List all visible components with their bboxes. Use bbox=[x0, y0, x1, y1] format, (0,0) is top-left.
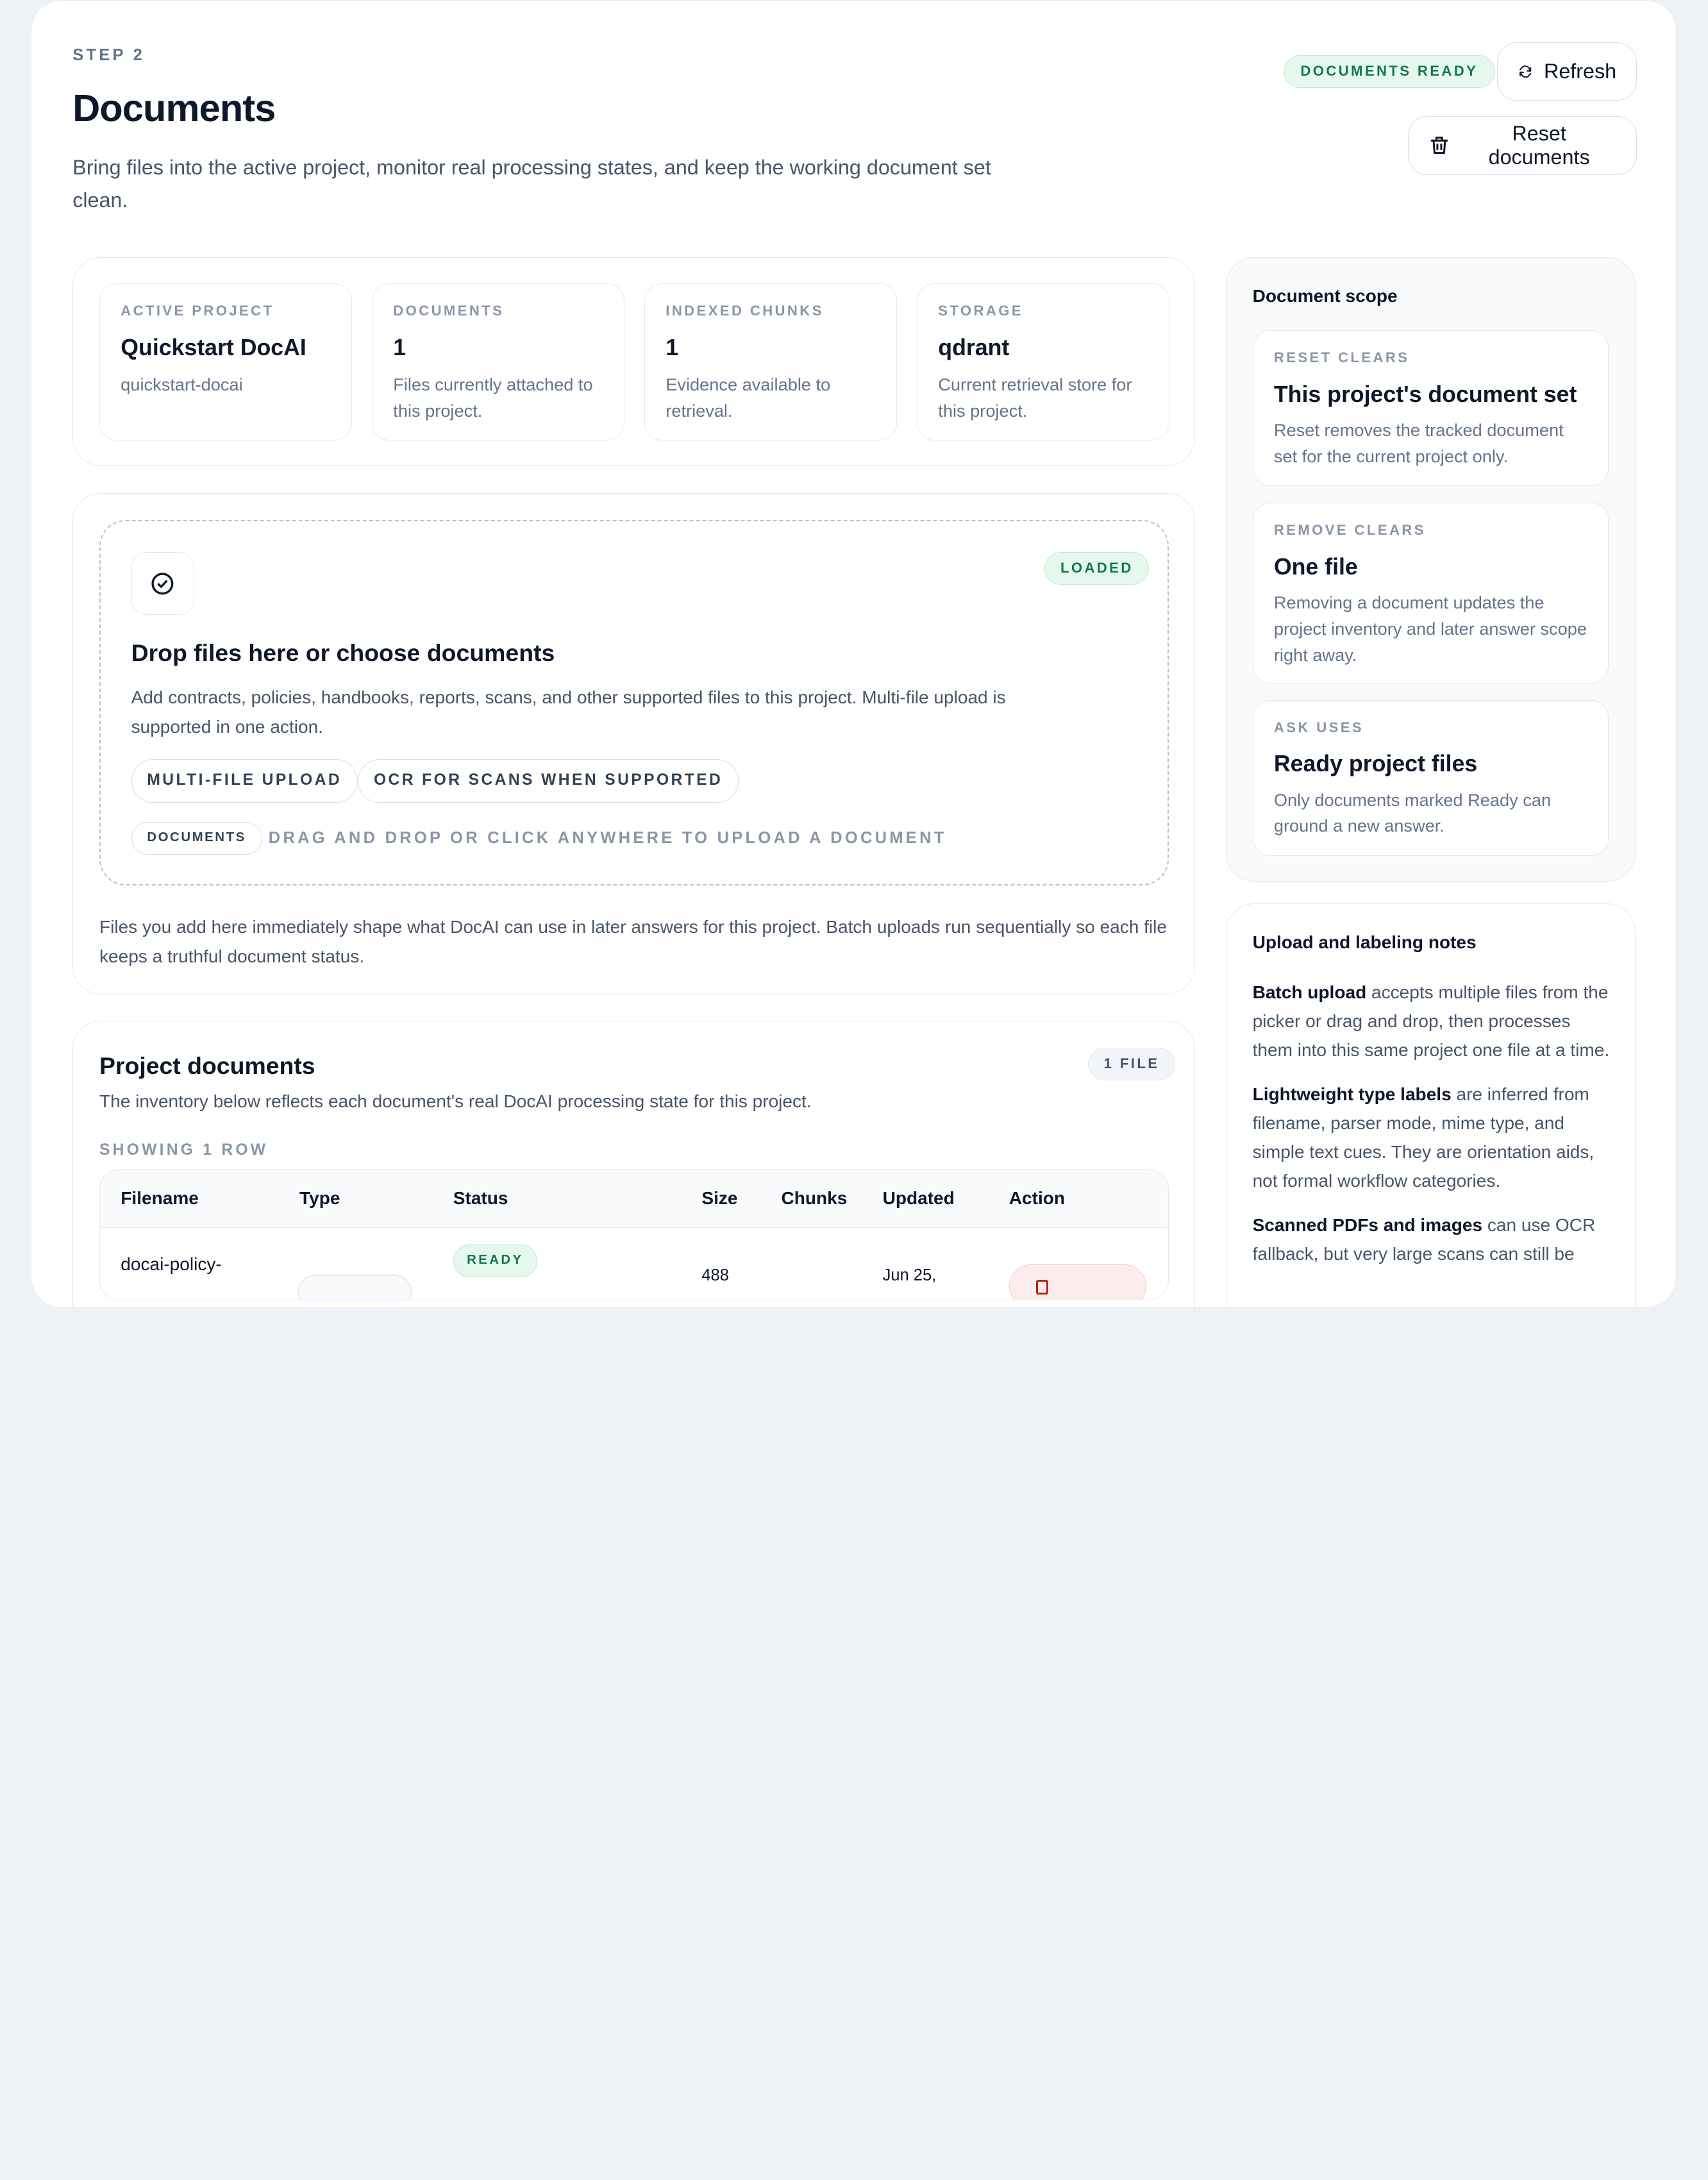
column-status[interactable]: Status bbox=[453, 1188, 508, 1209]
note-heading: Scanned PDFs and images bbox=[1252, 1215, 1483, 1236]
stat-active-project: ACTIVE PROJECT Quickstart DocAI quicksta… bbox=[99, 283, 353, 441]
document-scope-title: Document scope bbox=[1252, 285, 1398, 306]
column-action: Action bbox=[1009, 1187, 1066, 1208]
filename-cell: docai-policy- bbox=[121, 1254, 222, 1275]
scope-ask: ASK USES Ready project files Only docume… bbox=[1252, 700, 1609, 856]
trash-icon bbox=[1430, 137, 1448, 155]
stat-description: quickstart-docai bbox=[121, 374, 243, 394]
scope-label: ASK USES bbox=[1273, 719, 1364, 735]
stat-label: DOCUMENTS bbox=[393, 303, 505, 319]
stat-storage: STORAGE qdrant Current retrieval store f… bbox=[916, 283, 1170, 441]
scope-text: Only documents marked Ready can ground a… bbox=[1273, 789, 1552, 836]
showing-rows-label: SHOWING 1 ROW bbox=[99, 1141, 269, 1159]
scope-label: REMOVE CLEARS bbox=[1273, 521, 1426, 538]
project-stats-card: ACTIVE PROJECT Quickstart DocAI quicksta… bbox=[72, 256, 1196, 466]
documents-table: Filename Type Status Size Chunks Updated… bbox=[99, 1170, 1169, 1301]
note-type-labels: Lightweight type labels are inferred fro… bbox=[1253, 1080, 1612, 1195]
documents-page: STEP 2 Documents Bring files into the ac… bbox=[30, 0, 1677, 1308]
table-header: Filename Type Status Size Chunks Updated… bbox=[99, 1170, 1168, 1228]
stat-documents: DOCUMENTS 1 Files currently attached to … bbox=[371, 283, 625, 441]
stat-description: Current retrieval store for this project… bbox=[938, 374, 1132, 421]
page-subtitle: Bring files into the active project, mon… bbox=[72, 155, 991, 212]
page-title: Documents bbox=[72, 86, 276, 130]
upload-notes-card: Upload and labeling notes Batch upload a… bbox=[1225, 903, 1636, 1308]
reset-documents-label: Reset documents bbox=[1488, 122, 1590, 169]
dropzone-description: Add contracts, policies, handbooks, repo… bbox=[131, 687, 1006, 737]
scope-heading: Ready project files bbox=[1273, 751, 1478, 777]
note-batch-upload: Batch upload accepts multiple files from… bbox=[1253, 978, 1612, 1064]
scope-heading: This project's document set bbox=[1273, 382, 1577, 408]
scope-heading: One file bbox=[1273, 553, 1358, 580]
reset-documents-button[interactable]: Reset documents bbox=[1407, 116, 1637, 175]
documents-chip: DOCUMENTS bbox=[131, 822, 262, 855]
stat-value: Quickstart DocAI bbox=[121, 334, 306, 360]
stat-label: ACTIVE PROJECT bbox=[121, 303, 274, 319]
upload-notes-title: Upload and labeling notes bbox=[1252, 932, 1477, 952]
upload-notes-list: Batch upload accepts multiple files from… bbox=[1253, 978, 1612, 1284]
stat-description: Evidence available to retrieval. bbox=[666, 374, 831, 421]
stat-label: INDEXED CHUNKS bbox=[666, 303, 824, 319]
check-circle-icon bbox=[151, 573, 174, 595]
scope-remove: REMOVE CLEARS One file Removing a docume… bbox=[1252, 503, 1609, 684]
scope-label: RESET CLEARS bbox=[1273, 349, 1410, 366]
dropzone-title: Drop files here or choose documents bbox=[131, 639, 555, 666]
scope-text: Reset removes the tracked document set f… bbox=[1273, 420, 1564, 467]
stat-value: 1 bbox=[666, 334, 679, 360]
stat-indexed-chunks: INDEXED CHUNKS 1 Evidence available to r… bbox=[644, 283, 898, 441]
step-label: STEP 2 bbox=[72, 46, 146, 65]
upload-note: Files you add here immediately shape wha… bbox=[99, 917, 1167, 967]
document-scope-card: Document scope RESET CLEARS This project… bbox=[1225, 256, 1636, 882]
stat-value: 1 bbox=[393, 334, 406, 360]
column-chunks[interactable]: Chunks bbox=[781, 1188, 847, 1209]
refresh-icon bbox=[1519, 65, 1531, 78]
type-label bbox=[298, 1275, 412, 1300]
column-size[interactable]: Size bbox=[701, 1188, 737, 1209]
upload-hint: DRAG AND DROP OR CLICK ANYWHERE TO UPLOA… bbox=[268, 828, 947, 847]
project-documents-title: Project documents bbox=[99, 1052, 315, 1079]
column-updated[interactable]: Updated bbox=[883, 1188, 955, 1209]
multi-file-upload-chip: MULTI-FILE UPLOAD bbox=[131, 759, 358, 803]
ocr-scans-chip: OCR FOR SCANS WHEN SUPPORTED bbox=[358, 759, 739, 803]
note-heading: Lightweight type labels bbox=[1252, 1084, 1452, 1105]
note-scanned-pdfs: Scanned PDFs and images can use OCR fall… bbox=[1253, 1211, 1612, 1268]
loaded-badge: LOADED bbox=[1044, 551, 1150, 585]
project-documents-card: Project documents The inventory below re… bbox=[72, 1021, 1196, 1308]
column-type[interactable]: Type bbox=[299, 1188, 340, 1209]
refresh-label: Refresh bbox=[1544, 59, 1617, 83]
stat-description: Files currently attached to this project… bbox=[393, 374, 593, 421]
refresh-button[interactable]: Refresh bbox=[1497, 42, 1637, 101]
upload-dropzone[interactable]: LOADED Drop files here or choose documen… bbox=[99, 520, 1169, 885]
column-filename[interactable]: Filename bbox=[121, 1188, 199, 1209]
project-documents-subtitle: The inventory below reflects each docume… bbox=[99, 1091, 812, 1111]
note-heading: Batch upload bbox=[1252, 982, 1367, 1003]
file-count-badge: 1 FILE bbox=[1087, 1047, 1176, 1080]
stat-value: qdrant bbox=[938, 334, 1010, 360]
ready-status-badge: READY bbox=[453, 1244, 537, 1277]
documents-ready-badge: DOCUMENTS READY bbox=[1283, 55, 1495, 88]
scope-reset: RESET CLEARS This project's document set… bbox=[1252, 330, 1609, 487]
scope-text: Removing a document updates the project … bbox=[1273, 592, 1587, 665]
stat-label: STORAGE bbox=[938, 303, 1023, 319]
upload-status-icon-box bbox=[131, 551, 195, 616]
upload-card: LOADED Drop files here or choose documen… bbox=[72, 493, 1196, 995]
